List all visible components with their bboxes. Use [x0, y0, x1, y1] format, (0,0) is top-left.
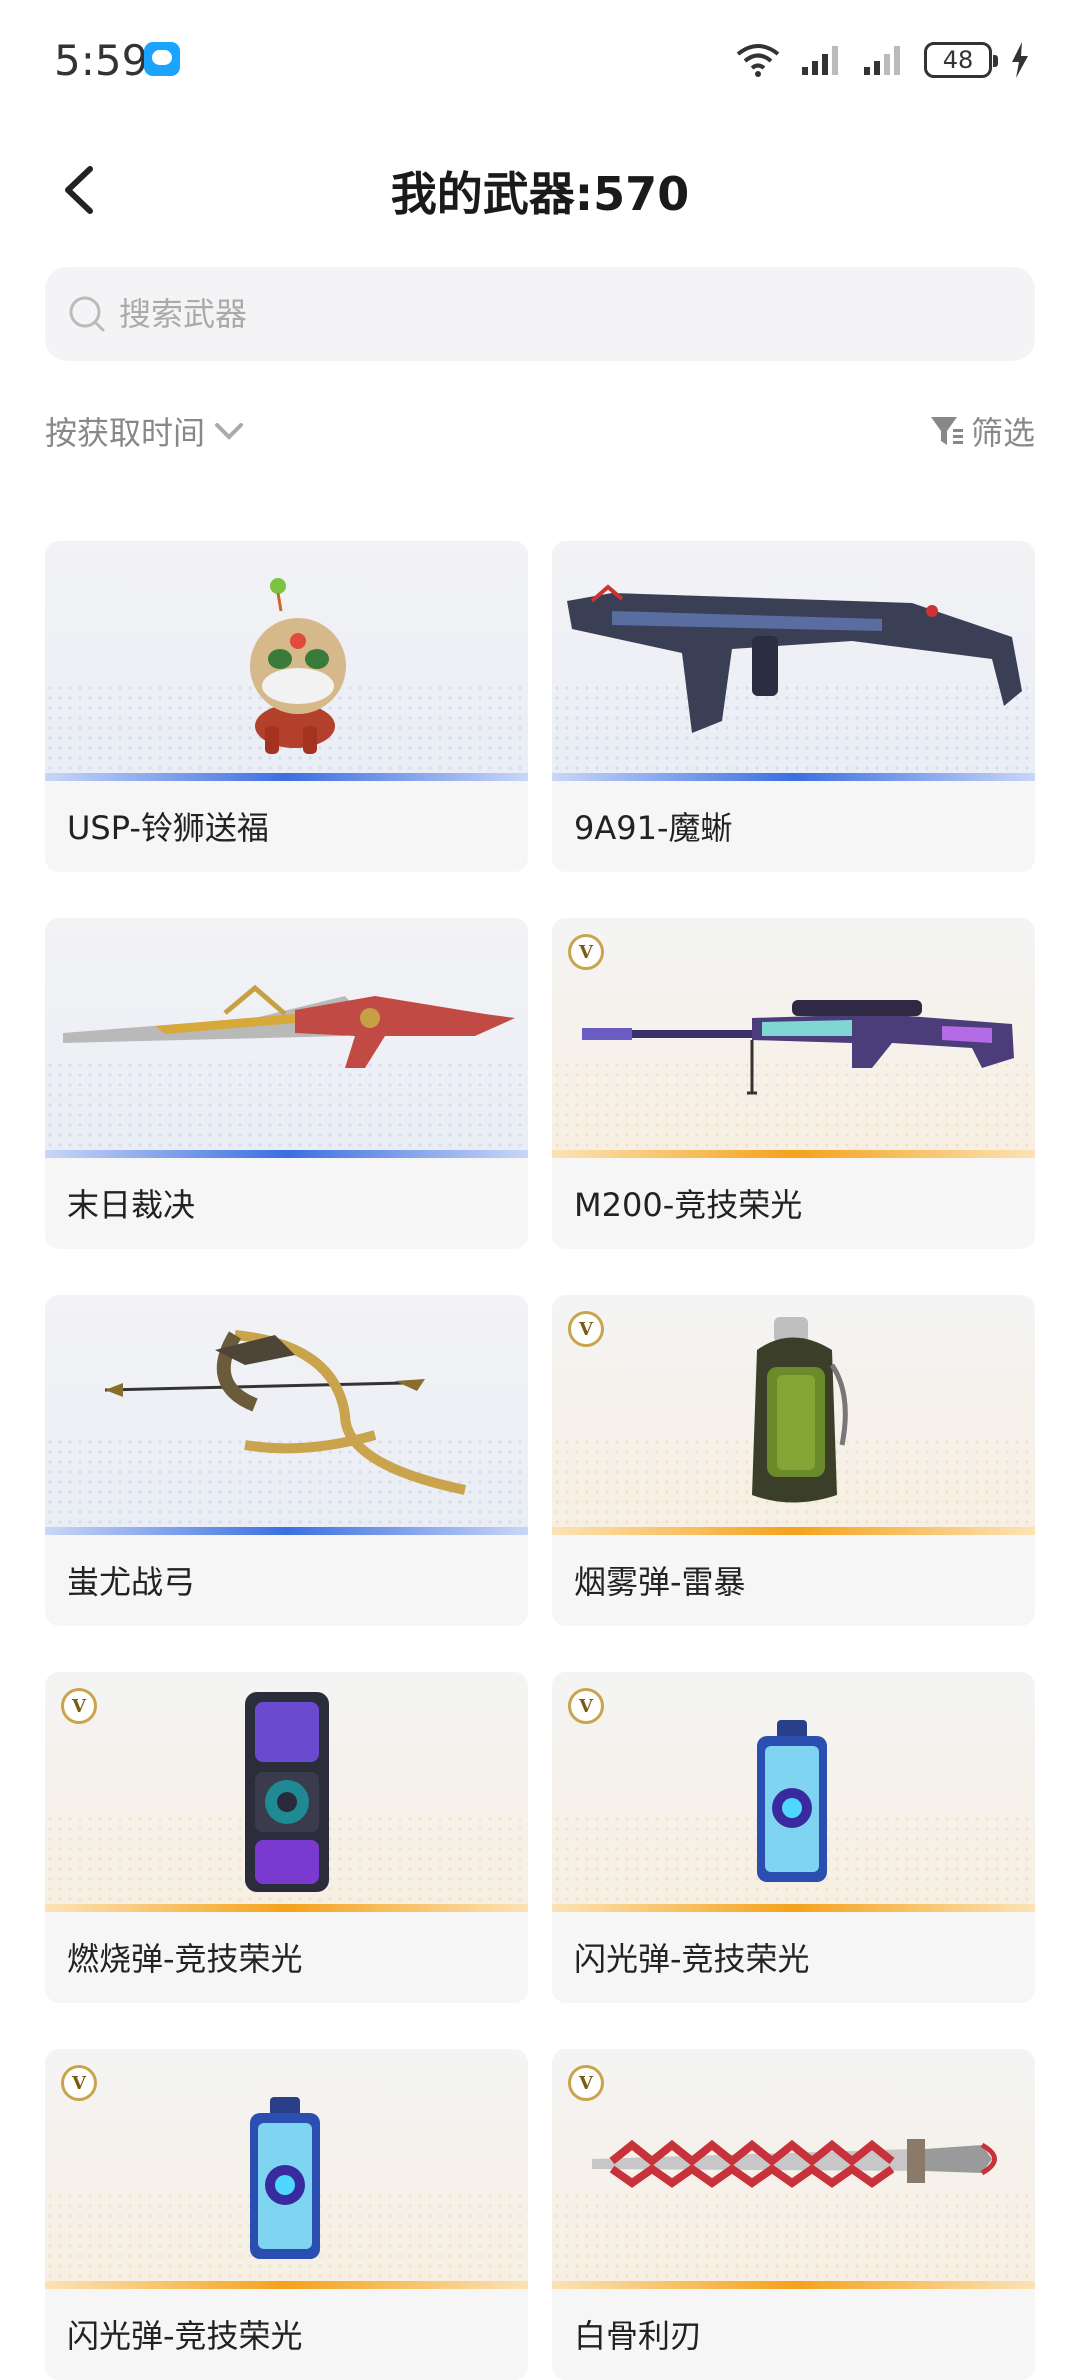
status-time: 5:59 [54, 36, 149, 85]
weapon-image [45, 918, 528, 1158]
filter-button[interactable]: 筛选 [929, 408, 1035, 454]
weapon-name: 蚩尤战弓 [67, 1563, 196, 1601]
weapon-image: V [552, 1295, 1035, 1535]
weapon-card[interactable]: 蚩尤战弓 [45, 1295, 528, 1626]
wifi-icon [734, 42, 782, 78]
sort-label: 按获取时间 [45, 414, 206, 452]
signal-icon [800, 43, 844, 77]
page-header: 我的武器:570 [0, 140, 1080, 236]
lion-mascot-icon [250, 578, 346, 754]
weapon-card[interactable]: 9A91-魔蜥 [552, 541, 1035, 872]
bone-blade-icon [592, 2139, 997, 2188]
status-bar: 5:59 48 [0, 0, 1080, 120]
weapon-card[interactable]: V 白骨利刃 [552, 2049, 1035, 2380]
signal-icon-2 [862, 43, 906, 77]
weapon-card[interactable]: USP-铃狮送福 [45, 541, 528, 872]
chevron-down-icon [215, 423, 244, 440]
message-app-icon [144, 42, 180, 76]
vip-badge: V [568, 2065, 604, 2101]
sniper-rifle-icon [582, 1000, 1014, 1095]
weapon-card[interactable]: V 闪光弹-竞技荣光 [45, 2049, 528, 2380]
vip-badge: V [61, 2065, 97, 2101]
flash-grenade-icon [757, 1720, 827, 1882]
weapon-name: 烟雾弹-雷暴 [574, 1563, 746, 1601]
status-indicators: 48 [734, 38, 1030, 82]
vip-badge: V [568, 1311, 604, 1347]
weapon-name: 燃烧弹-竞技荣光 [67, 1940, 303, 1978]
vip-badge: V [61, 1688, 97, 1724]
weapon-image: V [552, 918, 1035, 1158]
weapon-name: 末日裁决 [67, 1186, 196, 1224]
weapon-card[interactable]: V 闪光弹-竞技荣光 [552, 1672, 1035, 2003]
blade-gun-icon [63, 984, 515, 1068]
weapon-name: M200-竞技荣光 [574, 1186, 803, 1224]
sort-filter-bar: 按获取时间 筛选 [45, 400, 1035, 460]
flash-grenade-icon [250, 2097, 320, 2259]
search-icon [69, 296, 105, 332]
search-input[interactable] [119, 295, 979, 333]
weapon-image [45, 541, 528, 781]
filter-label: 筛选 [970, 414, 1035, 452]
charging-icon [1010, 42, 1030, 78]
weapon-image: V [552, 1672, 1035, 1912]
battery-icon: 48 [924, 42, 998, 78]
weapon-card[interactable]: V 燃烧弹-竞技荣光 [45, 1672, 528, 2003]
weapon-name: USP-铃狮送福 [67, 809, 269, 847]
sort-dropdown[interactable]: 按获取时间 [45, 408, 245, 454]
bow-icon [104, 1330, 467, 1495]
incendiary-grenade-icon [245, 1692, 329, 1892]
weapon-name: 9A91-魔蜥 [574, 809, 733, 847]
vip-badge: V [568, 1688, 604, 1724]
vip-badge: V [568, 934, 604, 970]
weapon-name: 白骨利刃 [574, 2317, 703, 2355]
weapon-image: V [45, 2049, 528, 2289]
page-title: 我的武器:570 [390, 167, 690, 221]
weapon-image: V [552, 2049, 1035, 2289]
filter-icon [930, 417, 963, 445]
smoke-grenade-icon [752, 1317, 848, 1503]
search-bar[interactable] [45, 267, 1035, 361]
weapon-image [552, 541, 1035, 781]
rifle-icon [567, 584, 1022, 733]
weapon-name: 闪光弹-竞技荣光 [67, 2317, 303, 2355]
weapon-name: 闪光弹-竞技荣光 [574, 1940, 810, 1978]
weapon-card[interactable]: V 烟雾弹-雷暴 [552, 1295, 1035, 1626]
weapon-grid: USP-铃狮送福 9A91-魔蜥 末日裁决 V M200-竞技荣光 蚩尤战弓 V… [45, 541, 1035, 2380]
weapon-card[interactable]: 末日裁决 [45, 918, 528, 1249]
weapon-image [45, 1295, 528, 1535]
weapon-image: V [45, 1672, 528, 1912]
battery-level: 48 [942, 46, 974, 74]
weapon-card[interactable]: V M200-竞技荣光 [552, 918, 1035, 1249]
